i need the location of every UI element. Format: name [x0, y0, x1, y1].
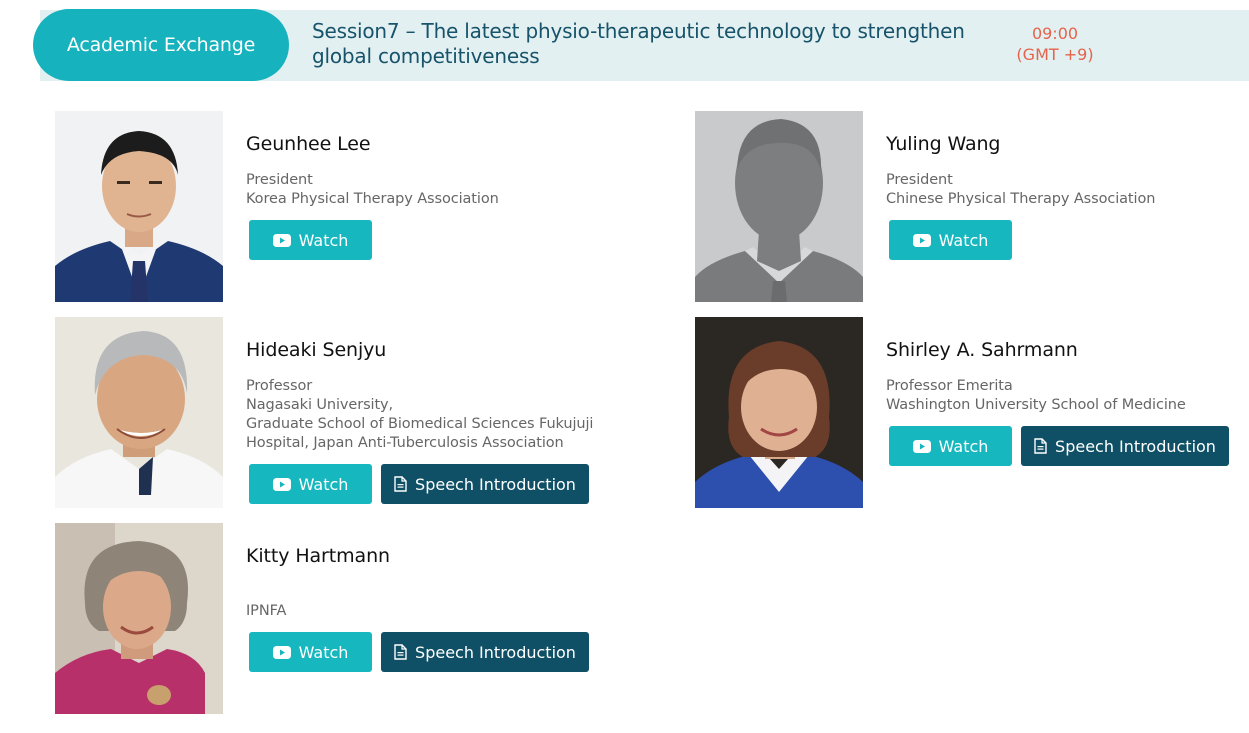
- speaker-role-line: Graduate School of Biomedical Sciences F…: [246, 416, 594, 432]
- speaker-photo: [55, 317, 223, 508]
- speaker-photo: [695, 317, 863, 508]
- session-time: 09:00 (GMT +9): [1005, 23, 1105, 65]
- watch-button[interactable]: Watch: [889, 426, 1012, 466]
- youtube-play-icon: [912, 233, 931, 247]
- watch-button-label: Watch: [298, 230, 349, 250]
- speech-button-label: Speech Introduction: [415, 642, 576, 662]
- speaker-name: Shirley A. Sahrmann: [886, 339, 1078, 361]
- speaker-role-line: President: [246, 172, 313, 188]
- speech-button-label: Speech Introduction: [1055, 436, 1216, 456]
- speaker-role-line: [246, 583, 286, 602]
- speaker-role-line: Korea Physical Therapy Association: [246, 191, 499, 207]
- watch-button-label: Watch: [298, 642, 349, 662]
- document-icon: [1034, 438, 1047, 454]
- speaker-photo: [55, 523, 223, 714]
- speaker-name: Hideaki Senjyu: [246, 339, 387, 361]
- speaker-role: President Korea Physical Therapy Associa…: [246, 171, 499, 209]
- speaker-actions: Watch Speech Introduction: [249, 632, 589, 672]
- speaker-name: Geunhee Lee: [246, 133, 371, 155]
- watch-button[interactable]: Watch: [889, 220, 1012, 260]
- session-timezone: (GMT +9): [1016, 45, 1094, 64]
- watch-button-label: Watch: [298, 474, 349, 494]
- speaker-role-line: IPNFA: [246, 603, 287, 619]
- speaker-name: Kitty Hartmann: [246, 545, 390, 567]
- speaker-actions: Watch Speech Introduction: [889, 426, 1229, 466]
- speaker-role-line: Hospital, Japan Anti-Tuberculosis Associ…: [246, 435, 564, 451]
- speaker-role-line: Professor: [246, 378, 313, 394]
- speech-introduction-button[interactable]: Speech Introduction: [381, 632, 589, 672]
- speaker-role: Professor Emerita Washington University …: [886, 377, 1186, 415]
- speaker-actions: Watch: [249, 220, 372, 260]
- watch-button-label: Watch: [938, 230, 989, 250]
- speaker-role: IPNFA: [246, 583, 286, 621]
- speaker-photo-placeholder: [695, 111, 863, 302]
- watch-button[interactable]: Watch: [249, 220, 372, 260]
- youtube-play-icon: [912, 439, 931, 453]
- watch-button[interactable]: Watch: [249, 464, 372, 504]
- speech-introduction-button[interactable]: Speech Introduction: [381, 464, 589, 504]
- speaker-role: President Chinese Physical Therapy Assoc…: [886, 171, 1155, 209]
- speaker-role-line: Washington University School of Medicine: [886, 397, 1186, 413]
- speaker-actions: Watch: [889, 220, 1012, 260]
- watch-button-label: Watch: [938, 436, 989, 456]
- speaker-role-line: Chinese Physical Therapy Association: [886, 191, 1156, 207]
- speaker-role-line: Professor Emerita: [886, 378, 1013, 394]
- speaker-role: Professor Nagasaki University, Graduate …: [246, 377, 593, 453]
- speech-introduction-button[interactable]: Speech Introduction: [1021, 426, 1229, 466]
- session-time-value: 09:00: [1031, 24, 1079, 43]
- youtube-play-icon: [272, 645, 291, 659]
- document-icon: [394, 644, 407, 660]
- speaker-role-line: Nagasaki University,: [246, 397, 394, 413]
- speaker-role-line: President: [886, 172, 953, 188]
- speaker-actions: Watch Speech Introduction: [249, 464, 589, 504]
- speaker-name: Yuling Wang: [886, 133, 1001, 155]
- document-icon: [394, 476, 407, 492]
- speech-button-label: Speech Introduction: [415, 474, 576, 494]
- youtube-play-icon: [272, 233, 291, 247]
- speaker-photo: [55, 111, 223, 302]
- youtube-play-icon: [272, 477, 291, 491]
- category-badge: Academic Exchange: [33, 9, 289, 81]
- session-title: Session7 – The latest physio-therapeutic…: [312, 19, 965, 68]
- watch-button[interactable]: Watch: [249, 632, 372, 672]
